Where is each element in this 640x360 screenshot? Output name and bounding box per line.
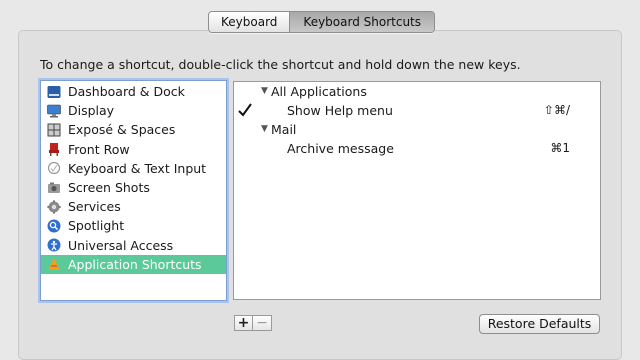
category-label: Dashboard & Dock xyxy=(68,84,185,100)
group-row-mail[interactable]: ▼ Mail xyxy=(234,120,600,139)
category-item-front-row[interactable]: Front Row xyxy=(41,140,226,159)
display-icon xyxy=(47,104,61,118)
group-label: All Applications xyxy=(271,84,367,99)
keyboard-text-input-icon xyxy=(47,161,61,175)
shortcut-row-show-help-menu[interactable]: Show Help menu ⇧⌘/ xyxy=(234,101,600,120)
shortcut-row-archive-message[interactable]: Archive message ⌘1 xyxy=(234,139,600,158)
category-item-keyboard-text-input[interactable]: Keyboard & Text Input xyxy=(41,159,226,178)
expose-spaces-icon xyxy=(47,123,61,137)
application-shortcuts-icon xyxy=(47,257,61,271)
category-list[interactable]: Dashboard & Dock Display Exposé & Spaces… xyxy=(40,80,227,301)
category-label: Display xyxy=(68,103,115,119)
category-label: Universal Access xyxy=(68,237,174,253)
category-item-screen-shots[interactable]: Screen Shots xyxy=(41,178,226,197)
category-item-services[interactable]: Services xyxy=(41,197,226,216)
shortcut-keys[interactable]: ⌘1 xyxy=(550,139,570,158)
category-item-dashboard-dock[interactable]: Dashboard & Dock xyxy=(41,82,226,101)
group-label: Mail xyxy=(271,122,297,137)
tab-keyboard-shortcuts[interactable]: Keyboard Shortcuts xyxy=(289,12,435,32)
category-item-application-shortcuts[interactable]: Application Shortcuts xyxy=(41,254,226,274)
tab-segmented-control: Keyboard Keyboard Shortcuts xyxy=(208,11,436,33)
front-row-icon xyxy=(47,142,61,157)
instruction-text: To change a shortcut, double-click the s… xyxy=(40,57,521,72)
shortcut-keys[interactable]: ⇧⌘/ xyxy=(544,101,570,120)
dashboard-dock-icon xyxy=(47,85,61,99)
category-label: Front Row xyxy=(68,141,130,157)
restore-defaults-button[interactable]: Restore Defaults xyxy=(479,314,600,334)
category-item-expose-spaces[interactable]: Exposé & Spaces xyxy=(41,120,226,139)
category-label: Services xyxy=(68,199,121,215)
spotlight-icon xyxy=(47,219,61,233)
services-gear-icon xyxy=(47,200,61,214)
remove-button[interactable]: − xyxy=(253,315,272,331)
category-label: Exposé & Spaces xyxy=(68,122,176,138)
shortcuts-detail-list[interactable]: ▼ All Applications Show Help menu ⇧⌘/ ▼ … xyxy=(233,81,601,300)
category-item-display[interactable]: Display xyxy=(41,101,226,120)
add-button[interactable]: + xyxy=(234,315,253,331)
group-row-all-applications[interactable]: ▼ All Applications xyxy=(234,82,600,101)
shortcut-name: Archive message xyxy=(287,141,394,156)
category-label: Application Shortcuts xyxy=(68,256,202,272)
disclosure-triangle-icon[interactable]: ▼ xyxy=(261,82,268,101)
category-item-universal-access[interactable]: Universal Access xyxy=(41,236,226,255)
screen-shots-icon xyxy=(47,181,61,195)
category-label: Keyboard & Text Input xyxy=(68,160,207,176)
checkmark-icon[interactable] xyxy=(237,102,253,118)
tab-keyboard[interactable]: Keyboard xyxy=(209,12,290,32)
category-label: Spotlight xyxy=(68,218,125,234)
add-remove-buttons: + − xyxy=(234,315,272,331)
category-item-spotlight[interactable]: Spotlight xyxy=(41,216,226,235)
universal-access-icon xyxy=(47,238,61,252)
disclosure-triangle-icon[interactable]: ▼ xyxy=(261,120,268,139)
shortcut-name: Show Help menu xyxy=(287,103,393,118)
category-label: Screen Shots xyxy=(68,180,150,196)
